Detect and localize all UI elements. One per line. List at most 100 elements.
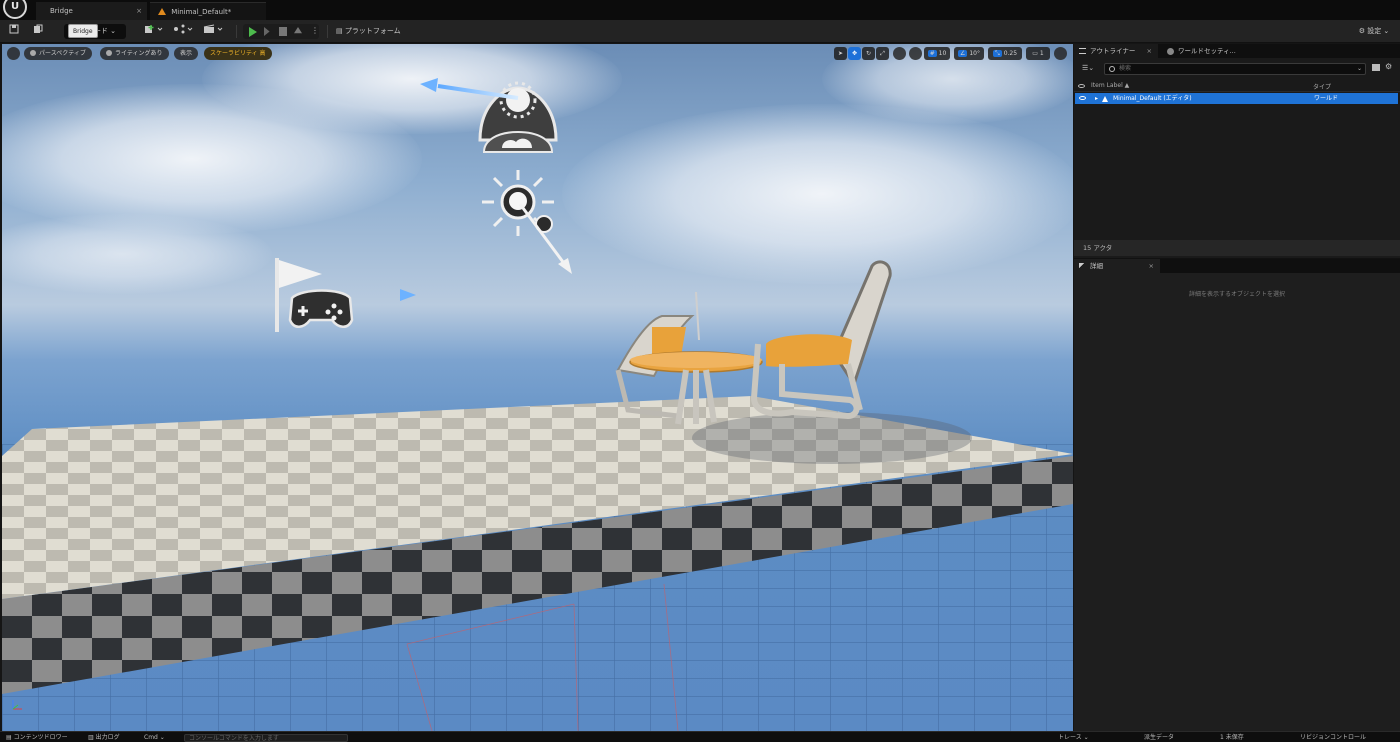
close-icon[interactable]: ×: [1147, 44, 1152, 58]
outliner-column-header: Item Label ▲ タイプ: [1074, 80, 1400, 92]
gear-icon[interactable]: ⚙: [1385, 62, 1392, 71]
play-controls: ⋮: [243, 24, 319, 39]
scalability-label: スケーラビリティ 高: [210, 50, 266, 57]
play-icon[interactable]: [249, 27, 257, 37]
rotate-mode-icon[interactable]: ↻: [862, 47, 875, 60]
world-space-icon[interactable]: [893, 47, 906, 60]
platform-label: プラットフォーム: [344, 27, 401, 35]
eject-icon[interactable]: [294, 27, 302, 34]
world-settings-tab-label: ワールドセッティ...: [1178, 47, 1236, 55]
lighting-button[interactable]: ライティングあり: [100, 47, 169, 60]
platform-icon: ▤: [336, 27, 345, 35]
select-mode-icon[interactable]: ➤: [834, 47, 847, 60]
settings-button[interactable]: ⚙ 設定 ⌄: [1354, 24, 1394, 39]
grid-snap-value: 10: [938, 50, 947, 57]
blueprint-button[interactable]: [172, 24, 196, 39]
unsaved-label: 1 未保存: [1220, 734, 1244, 741]
level-viewport[interactable]: パースペクティブ ライティングあり 表示 スケーラビリティ 高 ➤ ✥ ↻ ⤢ …: [2, 44, 1073, 731]
scale-mode-icon[interactable]: ⤢: [876, 47, 889, 60]
column-item-label[interactable]: Item Label ▲: [1091, 82, 1129, 89]
show-label: 表示: [180, 50, 193, 57]
outliner-search-input[interactable]: 検索 ⌄: [1104, 63, 1366, 75]
camera-speed-value: 1: [1039, 50, 1044, 57]
details-panel: 詳細 × 詳細を表示するオブジェクトを選択: [1074, 258, 1400, 731]
content-drawer-button[interactable]: ▤ コンテンツドロワー: [6, 733, 76, 742]
camera-speed-button[interactable]: ▭ 1: [1026, 47, 1050, 60]
output-log-button[interactable]: ▥ 出力ログ: [88, 733, 134, 742]
gear-icon: ⚙: [1358, 27, 1368, 35]
outliner-row[interactable]: ▸ Minimal_Default (エディタ) ワールド: [1075, 93, 1398, 104]
lighting-label: ライティングあり: [115, 50, 163, 57]
search-placeholder: 検索: [1119, 65, 1132, 72]
tab-world-settings[interactable]: ワールドセッティ...: [1162, 44, 1262, 58]
content-drawer-label: コンテンツドロワー: [13, 734, 68, 741]
console-input[interactable]: コンソールコマンドを入力します: [184, 734, 348, 742]
unsaved-button[interactable]: 1 未保存: [1220, 733, 1286, 742]
settings-label: 設定: [1367, 27, 1382, 35]
visibility-icon[interactable]: [1079, 96, 1086, 100]
outliner-panel: アウトライナー × ワールドセッティ... ☰⌄ 検索 ⌄ ⚙ Item Lab…: [1074, 44, 1400, 258]
player-start-gizmo: [275, 258, 416, 332]
tab-level[interactable]: Minimal_Default*: [150, 2, 266, 20]
source-control-button[interactable]: リビジョンコントロール: [1300, 733, 1398, 742]
row-type: ワールド: [1314, 95, 1339, 102]
camera-icon: [30, 50, 36, 56]
trace-button[interactable]: トレース ⌄: [1058, 733, 1138, 742]
rotation-snap-button[interactable]: ∠ 10°: [954, 47, 984, 60]
add-actor-button[interactable]: [142, 24, 166, 39]
show-button[interactable]: 表示: [174, 47, 199, 60]
outliner-tab-label: アウトライナー: [1090, 47, 1136, 55]
log-icon: ▥: [88, 734, 96, 741]
chevron-down-icon: ⌄: [110, 27, 117, 35]
filter-icon[interactable]: ☰⌄: [1082, 64, 1094, 72]
advance-frame-icon[interactable]: [264, 27, 270, 36]
scalability-button[interactable]: スケーラビリティ 高: [204, 47, 272, 60]
content-browser-icon[interactable]: [31, 24, 45, 39]
outliner-tab-strip: アウトライナー × ワールドセッティ...: [1074, 44, 1400, 58]
scale-snap-icon: ⤡: [992, 50, 1002, 57]
unreal-logo-icon[interactable]: U: [3, 0, 27, 19]
close-icon[interactable]: ×: [136, 2, 142, 20]
save-icon[interactable]: [7, 24, 21, 39]
tab-level-label: Minimal_Default*: [171, 8, 232, 16]
globe-icon: [1167, 48, 1174, 55]
chevron-down-icon: ⌄: [1381, 27, 1390, 35]
derived-data-button[interactable]: 派生データ: [1144, 733, 1214, 742]
angle-icon: ∠: [958, 50, 968, 57]
pencil-icon: [1079, 263, 1086, 269]
more-options-icon[interactable]: ⋮: [311, 26, 319, 36]
add-folder-icon[interactable]: [1372, 64, 1380, 71]
surface-snap-icon[interactable]: [909, 47, 922, 60]
output-log-label: 出力ログ: [95, 734, 120, 741]
visibility-icon: [1078, 84, 1085, 88]
grid-snap-button[interactable]: # 10: [924, 47, 950, 60]
tab-details[interactable]: 詳細 ×: [1074, 259, 1160, 273]
column-type[interactable]: タイプ: [1313, 82, 1331, 91]
tab-bridge[interactable]: Bridge ×: [36, 2, 147, 20]
level-icon: [1102, 96, 1108, 102]
axis-indicator-icon: [12, 700, 22, 710]
chevron-down-icon: ⌄: [1356, 65, 1362, 72]
tab-outliner[interactable]: アウトライナー ×: [1074, 44, 1158, 58]
perspective-button[interactable]: パースペクティブ: [24, 47, 92, 60]
search-icon: [1109, 66, 1115, 72]
cinematics-button[interactable]: [202, 24, 226, 39]
cmd-button[interactable]: Cmd ⌄: [144, 733, 182, 742]
close-icon[interactable]: ×: [1149, 259, 1154, 273]
scale-snap-button[interactable]: ⤡ 0.25: [988, 47, 1022, 60]
cmd-label: Cmd: [144, 734, 158, 741]
perspective-label: パースペクティブ: [39, 50, 86, 57]
translate-mode-icon[interactable]: ✥: [848, 47, 861, 60]
viewport-menu-icon[interactable]: [7, 47, 20, 60]
drawer-icon: ▤: [6, 734, 14, 741]
chair-shadow: [692, 412, 972, 464]
maximize-viewport-icon[interactable]: [1054, 47, 1067, 60]
stop-icon[interactable]: [279, 27, 287, 36]
details-tab-strip: 詳細 ×: [1074, 259, 1400, 273]
chevron-down-icon: ⌄: [1081, 734, 1089, 741]
expand-arrow-icon[interactable]: ▸: [1095, 93, 1098, 104]
details-empty-message: 詳細を表示するオブジェクトを選択: [1188, 291, 1285, 298]
scene-render: [2, 78, 1073, 731]
platform-button[interactable]: ▤ プラットフォーム ⌄: [336, 24, 408, 50]
status-bar: ▤ コンテンツドロワー ▥ 出力ログ Cmd ⌄ コンソールコマンドを入力します…: [0, 731, 1400, 742]
